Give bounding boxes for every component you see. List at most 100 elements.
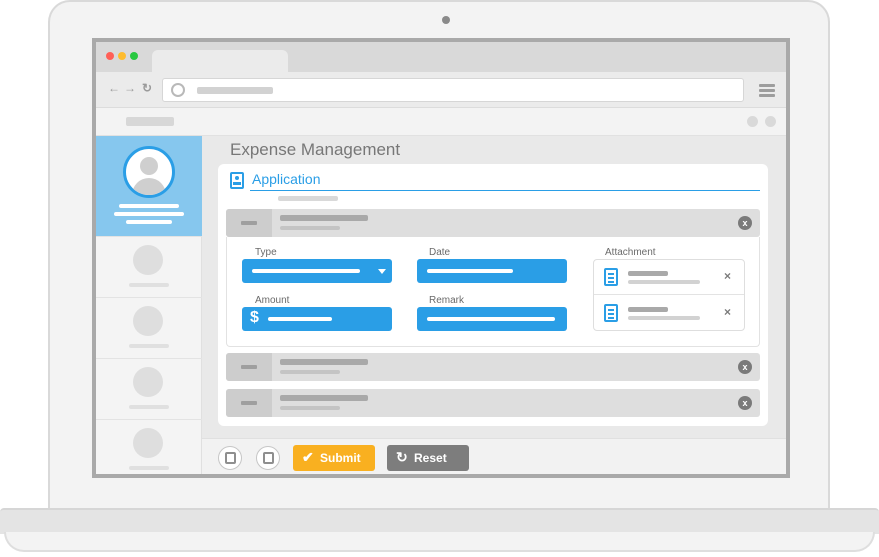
screen: ← → ↻ Expense Management Application x T… xyxy=(92,38,790,478)
bookmark-bar xyxy=(96,108,786,136)
close-window-button[interactable] xyxy=(106,52,114,60)
currency-symbol: $ xyxy=(250,309,259,326)
chevron-down-icon xyxy=(378,269,386,274)
remove-attachment-button[interactable]: × xyxy=(724,269,731,283)
document-icon xyxy=(604,304,618,322)
application-card: Application x Type Date Attachment Amoun… xyxy=(218,164,768,426)
sidebar-item-label-placeholder xyxy=(129,405,169,409)
amount-field[interactable]: $ xyxy=(242,307,392,331)
browser-tab[interactable] xyxy=(152,50,288,74)
profile-name-placeholder xyxy=(119,204,179,208)
sidebar-item-label-placeholder xyxy=(129,466,169,470)
section-divider xyxy=(250,190,760,191)
type-value-placeholder xyxy=(252,269,360,273)
browser-tab-bar xyxy=(96,42,786,74)
expense-row[interactable]: x xyxy=(226,389,760,417)
sidebar-item-icon xyxy=(133,245,163,275)
reload-icon[interactable]: ↻ xyxy=(142,81,152,95)
extension-icon[interactable] xyxy=(747,116,758,127)
laptop-mockup: ← → ↻ Expense Management Application x T… xyxy=(0,0,879,557)
row-title-placeholder xyxy=(280,395,368,401)
sidebar-item-icon xyxy=(133,367,163,397)
check-icon: ✔ xyxy=(302,449,314,465)
laptop-base-bottom xyxy=(4,532,875,552)
browser-toolbar: ← → ↻ xyxy=(96,72,786,108)
sidebar-item-label-placeholder xyxy=(129,344,169,348)
attachment-label: Attachment xyxy=(605,247,656,258)
user-body-icon xyxy=(132,178,166,195)
laptop-base xyxy=(0,508,879,534)
globe-icon xyxy=(171,83,185,97)
save-icon[interactable] xyxy=(256,446,280,470)
main-content: Expense Management Application x Type Da… xyxy=(202,136,786,474)
date-field[interactable] xyxy=(417,259,567,283)
row-title-placeholder xyxy=(280,359,368,365)
date-value-placeholder xyxy=(427,269,513,273)
sidebar-item-label-placeholder xyxy=(129,283,169,287)
attachment-name-placeholder xyxy=(628,271,668,276)
row-subtitle-placeholder xyxy=(280,370,340,374)
attachment-list: × × xyxy=(593,259,745,331)
refresh-icon: ↻ xyxy=(396,449,408,465)
sidebar-item[interactable] xyxy=(96,419,202,474)
sidebar-item[interactable] xyxy=(96,358,202,419)
profile-detail-placeholder xyxy=(126,220,172,224)
section-title: Application xyxy=(252,171,321,187)
amount-value-placeholder xyxy=(268,317,332,321)
row-subtitle-placeholder xyxy=(280,406,340,410)
bookmark-item[interactable] xyxy=(126,117,174,126)
address-bar[interactable] xyxy=(162,78,744,102)
expense-detail-panel: Type Date Attachment Amount $ Remark × × xyxy=(226,237,760,347)
profile-detail-placeholder xyxy=(114,212,184,216)
remark-field[interactable] xyxy=(417,307,567,331)
maximize-window-button[interactable] xyxy=(130,52,138,60)
sidebar-item[interactable] xyxy=(96,297,202,358)
submit-button-label: Submit xyxy=(320,451,361,465)
section-subtitle-placeholder xyxy=(278,196,338,201)
forward-arrow-icon[interactable]: → xyxy=(124,81,136,95)
address-text-placeholder xyxy=(197,87,273,94)
hamburger-menu-icon[interactable] xyxy=(759,84,775,99)
remove-attachment-button[interactable]: × xyxy=(724,305,731,319)
type-label: Type xyxy=(255,247,277,258)
drag-handle-icon[interactable] xyxy=(226,353,272,381)
attachment-detail-placeholder xyxy=(628,280,700,284)
camera xyxy=(442,16,450,24)
remove-row-button[interactable]: x xyxy=(738,360,752,374)
reset-button-label: Reset xyxy=(414,451,447,465)
expense-row[interactable]: x xyxy=(226,209,760,237)
remove-row-button[interactable]: x xyxy=(738,216,752,230)
remark-label: Remark xyxy=(429,295,465,306)
sidebar-item-icon xyxy=(133,306,163,336)
type-select[interactable] xyxy=(242,259,392,283)
drag-handle-icon[interactable] xyxy=(226,209,272,237)
expense-row[interactable]: x xyxy=(226,353,760,381)
id-card-icon xyxy=(230,172,244,189)
remark-value-placeholder xyxy=(427,317,555,321)
form-footer: ✔ Submit ↻ Reset xyxy=(202,438,786,474)
amount-label: Amount xyxy=(255,295,290,306)
submit-button[interactable]: ✔ Submit xyxy=(293,445,375,471)
row-title-placeholder xyxy=(280,215,368,221)
user-head-icon xyxy=(140,157,158,175)
document-icon xyxy=(604,268,618,286)
sidebar-item-icon xyxy=(133,428,163,458)
browser-window: ← → ↻ Expense Management Application x T… xyxy=(96,42,786,474)
extension-icon[interactable] xyxy=(765,116,776,127)
minimize-window-button[interactable] xyxy=(118,52,126,60)
remove-row-button[interactable]: x xyxy=(738,396,752,410)
avatar xyxy=(123,146,175,198)
reset-button[interactable]: ↻ Reset xyxy=(387,445,469,471)
date-label: Date xyxy=(429,247,451,258)
attachment-item[interactable]: × xyxy=(594,260,744,295)
add-file-icon[interactable] xyxy=(218,446,242,470)
row-subtitle-placeholder xyxy=(280,226,340,230)
attachment-detail-placeholder xyxy=(628,316,700,320)
sidebar xyxy=(96,136,202,474)
sidebar-profile[interactable] xyxy=(96,136,202,236)
attachment-item[interactable]: × xyxy=(594,296,744,331)
sidebar-item[interactable] xyxy=(96,236,202,297)
page-title: Expense Management xyxy=(230,140,401,159)
drag-handle-icon[interactable] xyxy=(226,389,272,417)
back-arrow-icon[interactable]: ← xyxy=(108,81,120,95)
